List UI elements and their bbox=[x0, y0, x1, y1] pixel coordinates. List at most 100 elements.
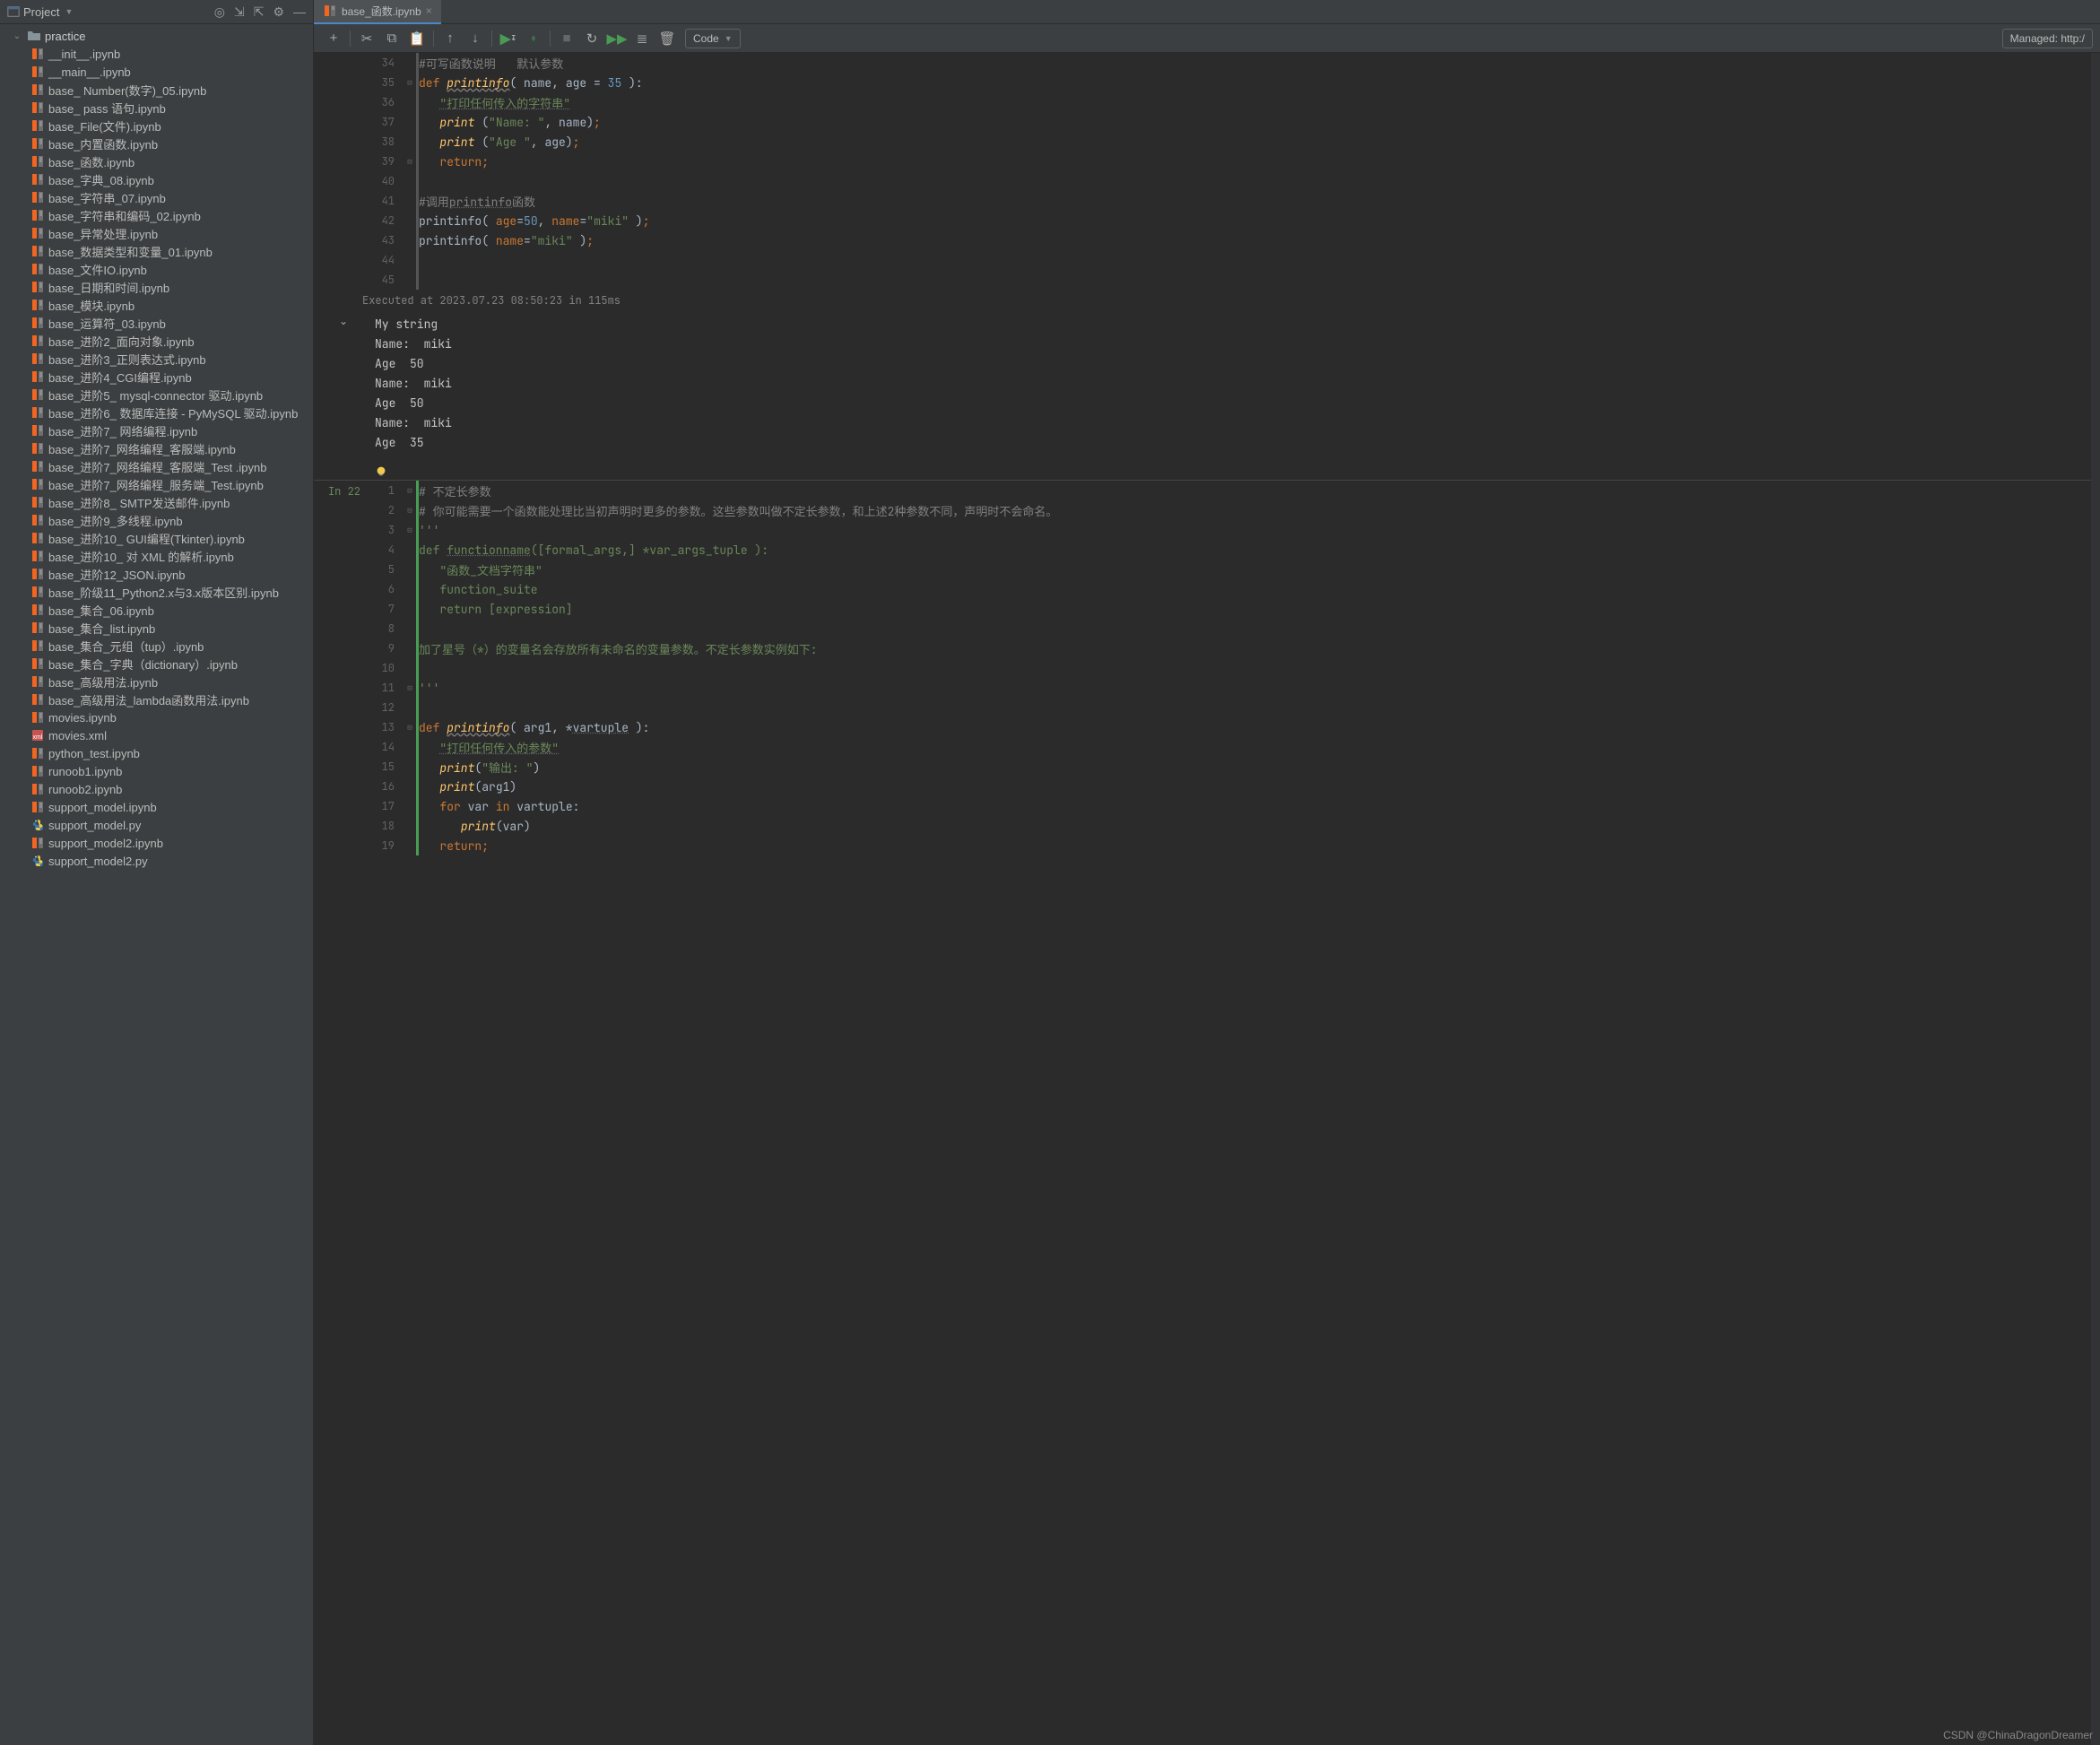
code-line[interactable]: 43printinfo( name="miki" ); bbox=[368, 230, 2100, 250]
tree-item[interactable]: base_阶级11_Python2.x与3.x版本区别.ipynb bbox=[0, 583, 313, 601]
run-cell-button[interactable]: ▶↧ bbox=[496, 24, 521, 52]
tree-item[interactable]: base_进阶4_CGI编程.ipynb bbox=[0, 368, 313, 386]
tree-item[interactable]: base_进阶10_ 对 XML 的解析.ipynb bbox=[0, 547, 313, 565]
sidebar-title[interactable]: Project bbox=[23, 5, 59, 19]
tree-item[interactable]: base_集合_06.ipynb bbox=[0, 601, 313, 619]
code-line[interactable]: 12 bbox=[368, 698, 2100, 717]
fold-icon[interactable]: ⊟ bbox=[404, 77, 416, 88]
tree-item[interactable]: runoob2.ipynb bbox=[0, 780, 313, 798]
code-line[interactable]: 40 bbox=[368, 171, 2100, 191]
code-line[interactable]: 6 function_suite bbox=[368, 579, 2100, 599]
tree-item[interactable]: base_运算符_03.ipynb bbox=[0, 314, 313, 332]
tree-item[interactable]: base_进阶10_ GUI编程(Tkinter).ipynb bbox=[0, 529, 313, 547]
tree-item[interactable]: base_进阶3_正则表达式.ipynb bbox=[0, 350, 313, 368]
tree-item[interactable]: base_进阶12_JSON.ipynb bbox=[0, 565, 313, 583]
code-line[interactable]: 3⊟''' bbox=[368, 520, 2100, 540]
tree-item[interactable]: base_ pass 语句.ipynb bbox=[0, 99, 313, 117]
tree-item[interactable]: support_model.py bbox=[0, 816, 313, 834]
tree-item[interactable]: base_字符串和编码_02.ipynb bbox=[0, 206, 313, 224]
code-cell[interactable]: 34#可写函数说明 默认参数35⊟def printinfo( name, ag… bbox=[314, 53, 2100, 290]
tree-item[interactable]: support_model.ipynb bbox=[0, 798, 313, 816]
tree-item[interactable]: __init__.ipynb bbox=[0, 45, 313, 63]
fold-icon[interactable]: ⊟ bbox=[404, 485, 416, 496]
tree-item[interactable]: runoob1.ipynb bbox=[0, 762, 313, 780]
expand-all-icon[interactable]: ⇲ bbox=[234, 4, 245, 20]
code-line[interactable]: 2⊟# 你可能需要一个函数能处理比当初声明时更多的参数。这些参数叫做不定长参数，… bbox=[368, 500, 2100, 520]
fold-icon[interactable]: ⊟ bbox=[404, 156, 416, 167]
tree-item[interactable]: base_集合_list.ipynb bbox=[0, 619, 313, 637]
tree-item[interactable]: base_函数.ipynb bbox=[0, 152, 313, 170]
tree-item[interactable]: base_进阶7_网络编程_客服端_Test .ipynb bbox=[0, 457, 313, 475]
code-line[interactable]: 11⊟''' bbox=[368, 678, 2100, 698]
tree-item[interactable]: base_集合_元组（tup）.ipynb bbox=[0, 637, 313, 655]
code-line[interactable]: 38 print ("Age ", age); bbox=[368, 132, 2100, 152]
hide-icon[interactable]: — bbox=[293, 4, 306, 19]
code-line[interactable]: 1⊟# 不定长参数 bbox=[368, 481, 2100, 500]
code-line[interactable]: 8 bbox=[368, 619, 2100, 638]
fold-icon[interactable]: ⊟ bbox=[404, 722, 416, 733]
code-line[interactable]: 7 return [expression] bbox=[368, 599, 2100, 619]
code-line[interactable]: 45 bbox=[368, 270, 2100, 290]
code-line[interactable]: 14 "打印任何传入的参数" bbox=[368, 737, 2100, 757]
select-opened-icon[interactable]: ◎ bbox=[214, 4, 225, 20]
move-up-button[interactable]: ↑ bbox=[438, 24, 463, 52]
tree-item[interactable]: base_模块.ipynb bbox=[0, 296, 313, 314]
code-line[interactable]: 17 for var in vartuple: bbox=[368, 796, 2100, 816]
code-line[interactable]: 35⊟def printinfo( name, age = 35 ): bbox=[368, 73, 2100, 92]
tree-item[interactable]: base_进阶7_网络编程_服务端_Test.ipynb bbox=[0, 475, 313, 493]
cut-button[interactable]: ✂ bbox=[354, 24, 379, 52]
copy-button[interactable]: ⧉ bbox=[379, 24, 404, 52]
fold-icon[interactable]: ⊟ bbox=[404, 682, 416, 693]
code-line[interactable]: 9加了星号（*）的变量名会存放所有未命名的变量参数。不定长参数实例如下: bbox=[368, 638, 2100, 658]
code-line[interactable]: 15 print("输出: ") bbox=[368, 757, 2100, 777]
code-line[interactable]: 18 print(var) bbox=[368, 816, 2100, 836]
delete-button[interactable]: 🗑 bbox=[655, 24, 680, 52]
code-line[interactable]: 44 bbox=[368, 250, 2100, 270]
tree-item[interactable]: base_进阶7_ 网络编程.ipynb bbox=[0, 421, 313, 439]
cell-type-dropdown[interactable]: Code ▼ bbox=[685, 29, 741, 48]
tree-item[interactable]: ⌄practice bbox=[0, 27, 313, 45]
code-line[interactable]: 42printinfo( age=50, name="miki" ); bbox=[368, 211, 2100, 230]
move-down-button[interactable]: ↓ bbox=[463, 24, 488, 52]
tree-item[interactable]: python_test.ipynb bbox=[0, 744, 313, 762]
variables-button[interactable]: ≣ bbox=[629, 24, 655, 52]
tree-item[interactable]: base_文件IO.ipynb bbox=[0, 260, 313, 278]
tree-item[interactable]: base_高级用法.ipynb bbox=[0, 673, 313, 690]
tree-item[interactable]: base_异常处理.ipynb bbox=[0, 224, 313, 242]
editor-tab[interactable]: base_函数.ipynb × bbox=[314, 0, 441, 24]
paste-button[interactable]: 📋 bbox=[404, 24, 430, 52]
code-line[interactable]: 4def functionname([formal_args,] *var_ar… bbox=[368, 540, 2100, 560]
tree-item[interactable]: base_进阶6_ 数据库连接 - PyMySQL 驱动.ipynb bbox=[0, 404, 313, 421]
tree-item[interactable]: base_ Number(数字)_05.ipynb bbox=[0, 81, 313, 99]
close-icon[interactable]: × bbox=[426, 4, 432, 17]
code-line[interactable]: 10 bbox=[368, 658, 2100, 678]
debug-cell-button[interactable]: ⬫ bbox=[521, 24, 546, 52]
kernel-status[interactable]: Managed: http:/ bbox=[2002, 29, 2093, 48]
add-cell-button[interactable]: + bbox=[321, 24, 346, 52]
settings-icon[interactable]: ⚙ bbox=[273, 4, 284, 20]
collapse-all-icon[interactable]: ⇱ bbox=[254, 4, 265, 20]
tree-item[interactable]: movies.ipynb bbox=[0, 708, 313, 726]
code-line[interactable]: 34#可写函数说明 默认参数 bbox=[368, 53, 2100, 73]
tree-item[interactable]: base_进阶2_面向对象.ipynb bbox=[0, 332, 313, 350]
restart-button[interactable]: ↻ bbox=[579, 24, 604, 52]
tree-item[interactable]: xmlmovies.xml bbox=[0, 726, 313, 744]
tree-item[interactable]: base_字典_08.ipynb bbox=[0, 170, 313, 188]
tree-item[interactable]: base_日期和时间.ipynb bbox=[0, 278, 313, 296]
tree-item[interactable]: base_进阶7_网络编程_客服端.ipynb bbox=[0, 439, 313, 457]
tree-item[interactable]: __main__.ipynb bbox=[0, 63, 313, 81]
stop-button[interactable]: ■ bbox=[554, 24, 579, 52]
chevron-down-icon[interactable]: ▼ bbox=[65, 7, 73, 16]
tree-item[interactable]: base_字符串_07.ipynb bbox=[0, 188, 313, 206]
fold-icon[interactable]: ⊟ bbox=[404, 505, 416, 516]
code-line[interactable]: 5 "函数_文档字符串" bbox=[368, 560, 2100, 579]
intention-bulb[interactable] bbox=[314, 462, 2100, 480]
tree-item[interactable]: base_集合_字典（dictionary）.ipynb bbox=[0, 655, 313, 673]
code-line[interactable]: 16 print(arg1) bbox=[368, 777, 2100, 796]
run-all-button[interactable]: ▶▶ bbox=[604, 24, 629, 52]
code-line[interactable]: 36 "打印任何传入的字符串" bbox=[368, 92, 2100, 112]
tree-item[interactable]: base_进阶5_ mysql-connector 驱动.ipynb bbox=[0, 386, 313, 404]
tree-item[interactable]: support_model2.py bbox=[0, 852, 313, 870]
tree-item[interactable]: base_进阶9_多线程.ipynb bbox=[0, 511, 313, 529]
collapse-output-icon[interactable]: ⌄ bbox=[339, 315, 348, 327]
